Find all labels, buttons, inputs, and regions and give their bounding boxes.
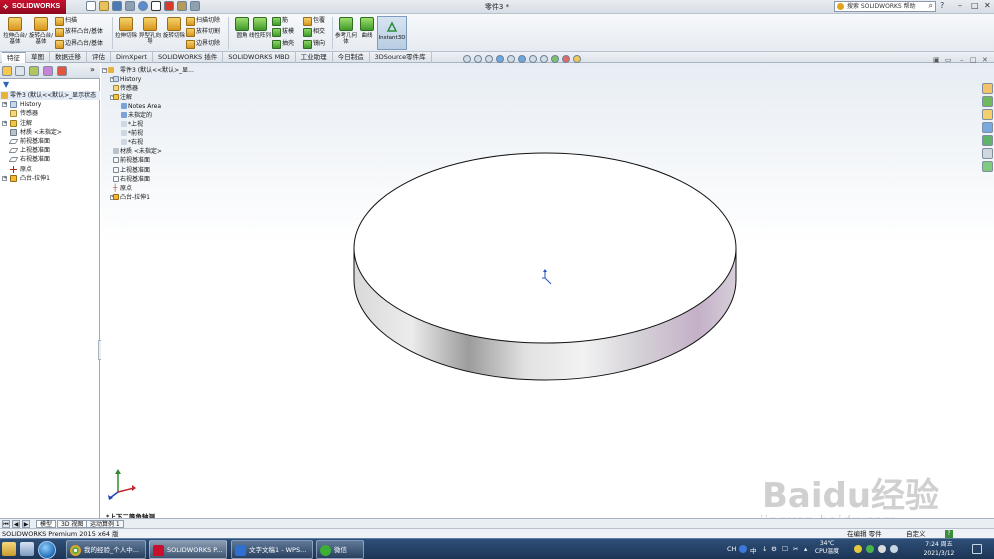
taskbar-app-wechat[interactable]: 微信	[316, 540, 364, 559]
origin-icon: ┼	[113, 183, 118, 192]
annotations-icon	[113, 94, 119, 101]
design-library-icon[interactable]	[982, 96, 993, 107]
tray-app-icon[interactable]	[854, 545, 862, 553]
custom-properties-icon[interactable]	[982, 148, 993, 159]
tab-motion-study[interactable]: 运动算例 1	[86, 520, 124, 528]
flyout-item-boss-extrude[interactable]: +凸台-拉伸1	[101, 193, 221, 202]
status-bar: SOLIDWORKS Premium 2015 x64 版 在编辑 零件 自定义…	[0, 528, 994, 538]
view-settings-icon[interactable]	[573, 55, 581, 63]
solidworks-icon	[153, 545, 164, 556]
viewport-minimize-icon[interactable]: –	[960, 56, 964, 64]
collapse-icon[interactable]: −	[102, 68, 107, 73]
view-palette-icon[interactable]	[982, 122, 993, 133]
next-tab-icon[interactable]: ▶	[22, 520, 30, 528]
zoom-to-area-icon[interactable]	[474, 55, 482, 63]
file-explorer-icon[interactable]	[982, 109, 993, 120]
ime-language[interactable]: CH	[727, 545, 736, 553]
previous-view-icon[interactable]	[485, 55, 493, 63]
flyout-item-sensors[interactable]: 传感器	[101, 84, 221, 93]
flyout-item-right-view[interactable]: *右视	[101, 138, 221, 147]
flyout-item-annotations[interactable]: −注解	[101, 93, 221, 102]
annotation-view-icon	[121, 121, 127, 128]
viewport-tile-icon[interactable]: ▣	[933, 56, 940, 64]
ime-icon[interactable]	[739, 545, 747, 553]
display-style-icon[interactable]	[529, 55, 537, 63]
help-icon[interactable]: ?	[945, 530, 953, 538]
boss-extrude-icon	[113, 193, 119, 200]
tray-overflow-icon[interactable]: ▴	[804, 545, 807, 553]
tab-model[interactable]: 模型	[36, 520, 57, 528]
flyout-item-top-view[interactable]: *上视	[101, 120, 221, 129]
flyout-item-top-plane[interactable]: 上视基准面	[101, 166, 221, 175]
solidworks-resources-icon[interactable]	[982, 83, 993, 94]
taskbar-app-wps[interactable]: 文字文稿1 - WPS...	[231, 540, 313, 559]
section-view-icon[interactable]	[496, 55, 504, 63]
viewport-maximize-icon[interactable]: □	[970, 56, 977, 64]
baidu-watermark: Baidu经验	[762, 476, 940, 516]
reference-triad	[108, 469, 136, 500]
settings-icon[interactable]: ⚙	[771, 545, 777, 553]
notes-area-icon	[121, 103, 127, 110]
fullwidth-icon[interactable]: ☐	[782, 545, 788, 553]
part-icon	[108, 67, 114, 73]
taskbar-app-chrome[interactable]: 我的经验_个人中...	[66, 540, 146, 559]
annotation-view-icon	[121, 139, 127, 146]
plane-icon	[113, 166, 119, 173]
annotation-view-icon	[121, 130, 127, 137]
viewport-close-icon[interactable]: ✕	[982, 56, 988, 64]
edit-appearance-icon[interactable]	[551, 55, 559, 63]
history-icon	[113, 76, 119, 83]
calculator-icon[interactable]	[20, 542, 34, 556]
flyout-item-front-view[interactable]: *前视	[101, 129, 221, 138]
flyout-item-origin[interactable]: ┼ 原点	[101, 184, 221, 193]
system-clock[interactable]: 7:24 周五 2021/3/12	[918, 540, 960, 558]
ime-toolbar-icon[interactable]: ↓	[762, 545, 767, 553]
zoom-to-fit-icon[interactable]	[463, 55, 471, 63]
flyout-item-material[interactable]: 材质 <未指定>	[101, 147, 221, 156]
flyout-item-unassigned[interactable]: 未指定的	[101, 111, 221, 120]
notes-icon	[121, 112, 127, 119]
network-icon[interactable]	[878, 545, 886, 553]
show-desktop-button[interactable]	[972, 544, 982, 554]
tools-icon[interactable]: ✂	[793, 545, 798, 553]
flyout-feature-tree: −零件3 (默认<<默认>_显... +History 传感器 −注解 Note…	[101, 66, 221, 202]
heads-up-view-toolbar	[463, 55, 581, 65]
view-orientation-icon[interactable]	[518, 55, 526, 63]
material-icon	[113, 148, 119, 155]
hide-show-items-icon[interactable]	[540, 55, 548, 63]
volume-icon[interactable]	[890, 545, 898, 553]
flyout-item-right-plane[interactable]: 右视基准面	[101, 175, 221, 184]
flyout-item-front-plane[interactable]: 前视基准面	[101, 156, 221, 165]
sensors-icon	[113, 85, 119, 92]
model-view-tabs: ⏮ ◀ ▶ 模型 3D 视图 运动算例 1	[0, 518, 994, 528]
appearances-icon[interactable]	[982, 135, 993, 146]
viewport-restore-icon[interactable]: ▭	[945, 56, 952, 64]
windows-taskbar: 我的经验_个人中... SOLIDWORKS P... 文字文稿1 - WPS.…	[0, 538, 994, 559]
apply-scene-icon[interactable]	[562, 55, 570, 63]
wechat-icon	[320, 545, 331, 556]
tab-3d-views[interactable]: 3D 视图	[57, 520, 88, 528]
plane-icon	[113, 157, 119, 164]
flyout-item-history[interactable]: +History	[101, 75, 221, 84]
ime-mode[interactable]: 中	[750, 545, 757, 555]
explorer-icon[interactable]	[2, 542, 16, 556]
dynamic-annotation-icon[interactable]	[507, 55, 515, 63]
flyout-item-notes-area[interactable]: Notes Area	[101, 102, 221, 111]
prev-tab-icon[interactable]: ◀	[12, 520, 20, 528]
cpu-temperature: 34℃ CPU温度	[814, 540, 840, 555]
tray-app-icon[interactable]	[866, 545, 874, 553]
wps-icon	[235, 545, 246, 556]
flyout-item-part[interactable]: − 零件3 (默认<<默认>_显...	[101, 66, 221, 75]
taskbar-app-solidworks[interactable]: SOLIDWORKS P...	[149, 540, 227, 559]
forum-icon[interactable]	[982, 161, 993, 172]
plane-icon	[113, 175, 119, 182]
chrome-icon	[70, 545, 81, 556]
cylinder-top-face	[353, 152, 737, 344]
start-button[interactable]	[38, 541, 56, 559]
first-tab-icon[interactable]: ⏮	[2, 520, 10, 528]
task-pane-tabs	[982, 83, 994, 173]
